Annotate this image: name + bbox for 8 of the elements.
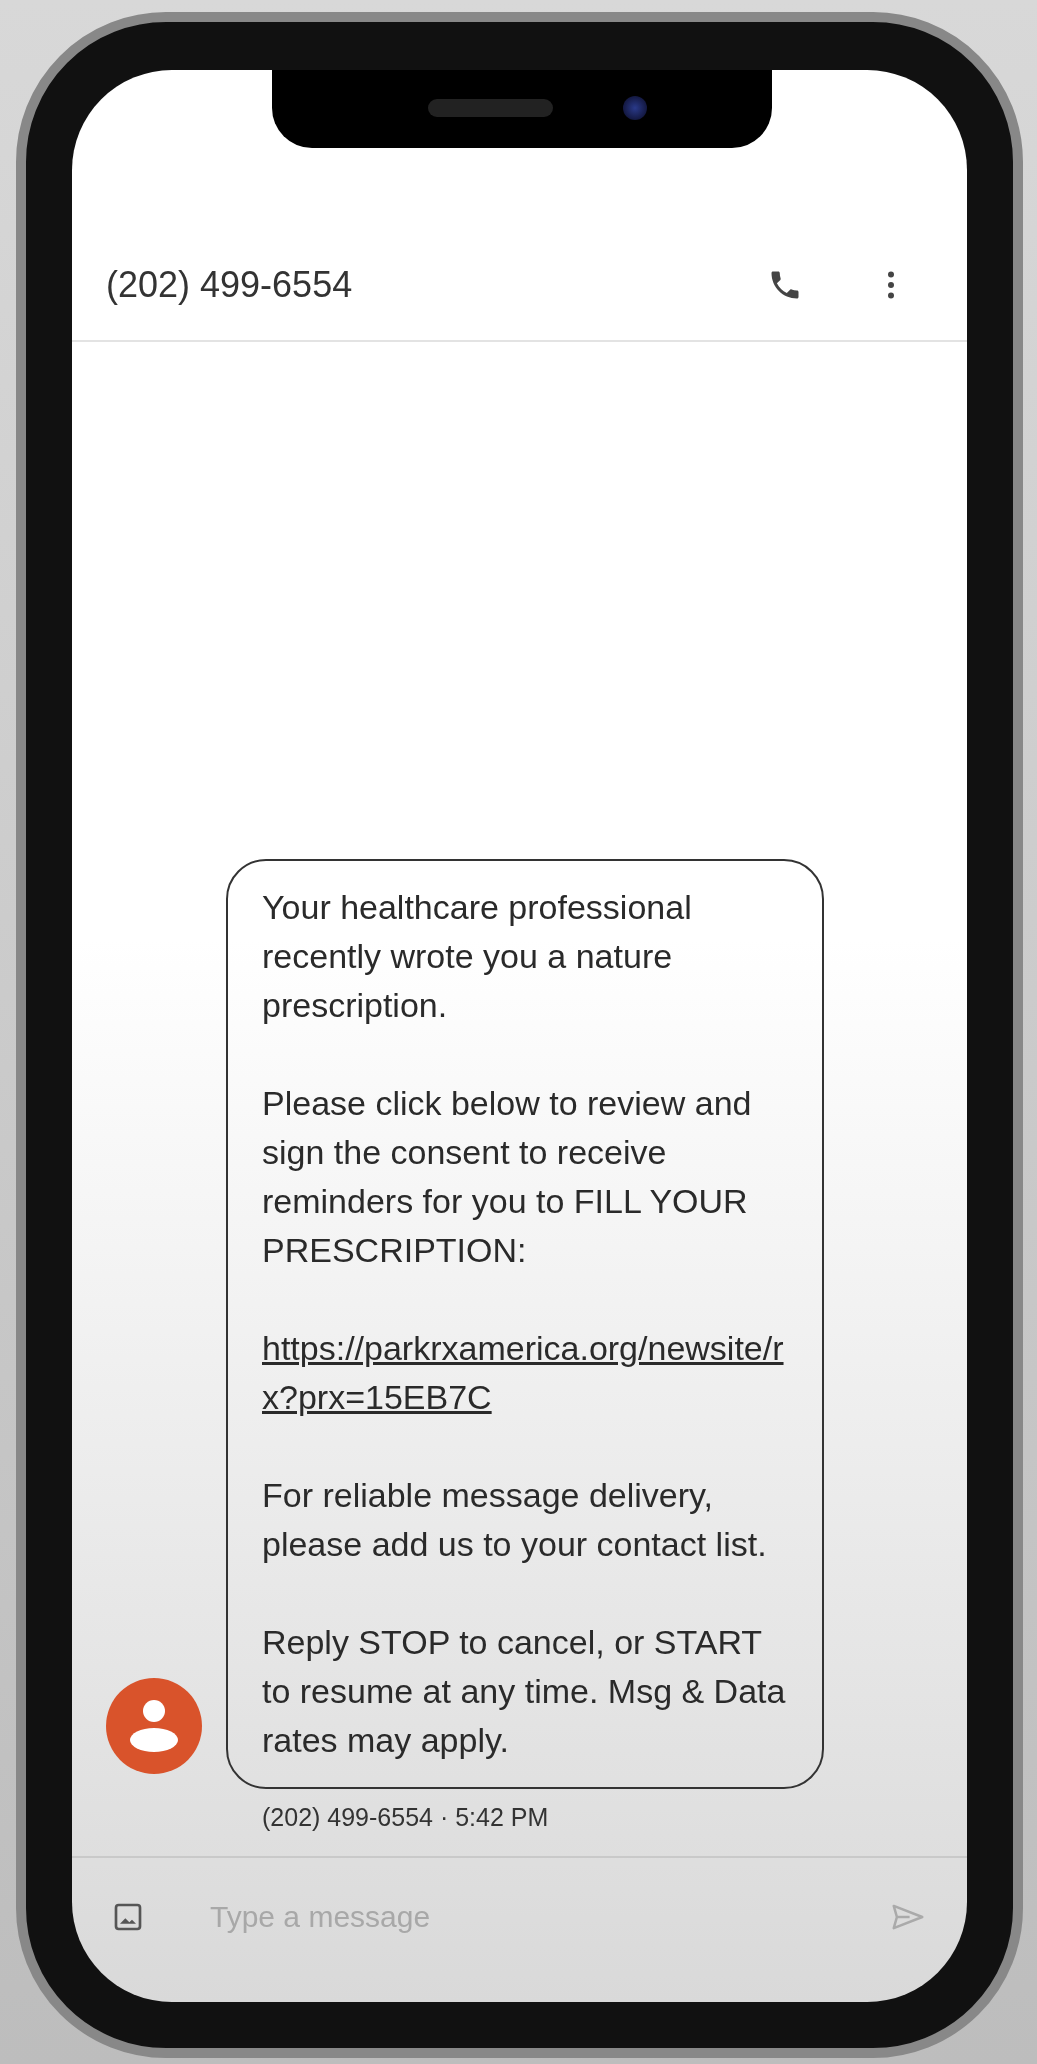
contact-title: (202) 499-6554 (106, 264, 353, 306)
message-text: Please click below to review and sign the consent to receive reminders for you to FILL YOUR PRESCRIPTION: (262, 1083, 753, 1271)
message-text: Your healthcare professional recently wrote you a nature prescription. (262, 887, 693, 1026)
image-icon[interactable] (112, 1901, 144, 1933)
message-meta: (202) 499-6554 · 5:42 PM (262, 1803, 550, 1832)
message-text: Reply STOP to cancel, or START to resume at any time. Msg & Data rates may apply. (262, 1622, 787, 1761)
message-link[interactable]: https://parkrxamerica.org/newsite/rx?prx=15EB7C (262, 1324, 788, 1422)
message-text: For reliable message delivery, please add us to your contact list. (262, 1475, 768, 1565)
